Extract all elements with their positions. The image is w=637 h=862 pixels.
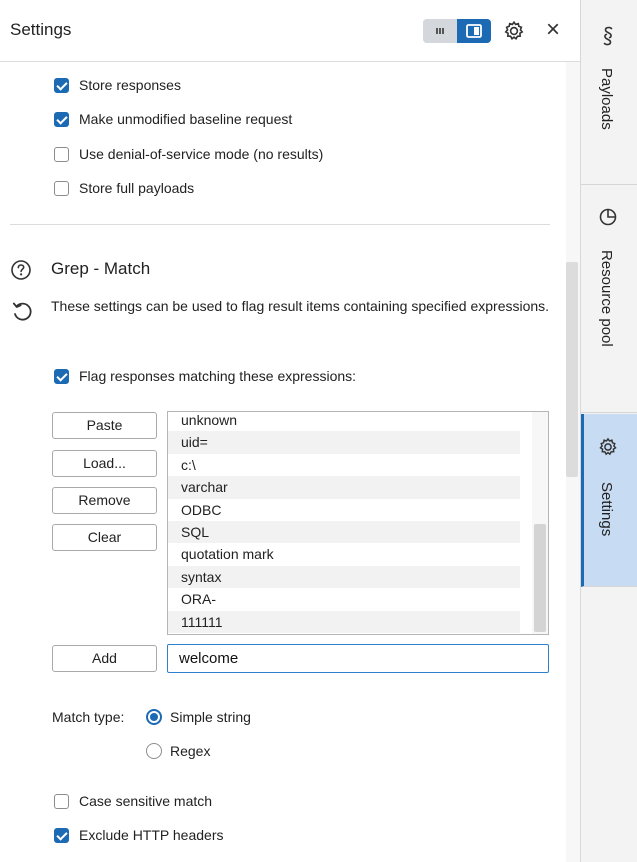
tab-payloads[interactable]: Payloads	[581, 0, 637, 185]
paste-button[interactable]: Paste	[52, 412, 157, 439]
settings-gear-icon[interactable]	[502, 19, 526, 43]
checkbox-checked[interactable]	[54, 827, 69, 843]
dos-mode-checkbox[interactable]: Use denial-of-service mode (no results)	[54, 143, 323, 165]
list-item[interactable]: unknown	[168, 412, 520, 431]
load-button[interactable]: Load...	[52, 450, 157, 477]
baseline-request-checkbox[interactable]: Make unmodified baseline request	[54, 108, 292, 130]
store-full-payloads-checkbox[interactable]: Store full payloads	[54, 177, 194, 199]
grep-match-description: These settings can be used to flag resul…	[51, 298, 550, 314]
grep-match-title: Grep - Match	[51, 259, 151, 278]
case-sensitive-checkbox[interactable]: Case sensitive match	[54, 790, 212, 812]
checkbox-unchecked[interactable]	[54, 146, 69, 162]
list-item[interactable]: varchar	[168, 476, 520, 499]
simple-string-radio[interactable]: Simple string	[146, 706, 251, 728]
checkbox-label: Store full payloads	[79, 180, 195, 196]
settings-panel: Settings × Store responses Make unmodifi…	[0, 0, 580, 862]
list-scrollbar-thumb[interactable]	[534, 524, 546, 632]
checkbox-label: Case sensitive match	[79, 793, 213, 809]
resource-pool-icon	[597, 206, 619, 228]
restore-defaults-icon[interactable]	[10, 299, 34, 323]
checkbox-label: Flag responses matching these expression…	[79, 368, 357, 384]
panel-view-button[interactable]	[457, 19, 491, 43]
list-item[interactable]: 111111	[168, 610, 520, 633]
list-item[interactable]: ORA-	[168, 588, 520, 610]
remove-button[interactable]: Remove	[52, 487, 157, 514]
expressions-list[interactable]: unknown uid= c:\ varchar ODBC SQL quotat…	[167, 411, 549, 635]
radio-label: Regex	[170, 743, 211, 759]
list-item[interactable]: quotation mark	[168, 543, 520, 565]
match-type-label: Match type:	[52, 709, 125, 725]
checkbox-unchecked[interactable]	[54, 793, 69, 809]
list-item[interactable]: c:\	[168, 454, 520, 476]
checkbox-label: Exclude HTTP headers	[79, 827, 224, 843]
checkbox-label: Make unmodified baseline request	[79, 111, 293, 127]
clear-button[interactable]: Clear	[52, 524, 157, 551]
payloads-icon	[597, 24, 619, 46]
tab-label: Payloads	[598, 68, 615, 130]
checkbox-checked[interactable]	[54, 111, 69, 127]
tab-resource-pool[interactable]: Resource pool	[581, 186, 637, 413]
close-icon[interactable]: ×	[540, 17, 566, 43]
list-item[interactable]: uid=	[168, 431, 520, 454]
radio-selected[interactable]	[146, 709, 162, 725]
radio-unselected[interactable]	[146, 743, 162, 759]
checkbox-unchecked[interactable]	[54, 180, 69, 196]
help-icon[interactable]	[10, 259, 32, 281]
regex-radio[interactable]: Regex	[146, 740, 210, 762]
panel-title: Settings	[10, 20, 72, 39]
gear-icon	[597, 436, 619, 458]
tab-settings[interactable]: Settings	[581, 414, 637, 587]
list-item[interactable]: SQL	[168, 520, 520, 544]
checkbox-checked[interactable]	[54, 77, 69, 93]
radio-label: Simple string	[170, 709, 251, 725]
checkbox-checked[interactable]	[54, 368, 69, 384]
panel-view-icon	[466, 24, 482, 38]
list-view-button[interactable]	[423, 19, 457, 43]
add-expression-input[interactable]	[167, 644, 549, 673]
right-side-tabs: Payloads Resource pool Settings	[580, 0, 637, 862]
checkbox-label: Store responses	[79, 77, 181, 93]
section-divider	[10, 224, 550, 225]
tab-label: Resource pool	[598, 250, 615, 347]
flag-responses-checkbox[interactable]: Flag responses matching these expression…	[54, 365, 356, 387]
exclude-http-headers-checkbox[interactable]: Exclude HTTP headers	[54, 824, 223, 846]
store-responses-checkbox[interactable]: Store responses	[54, 74, 181, 96]
list-scrollbar[interactable]	[532, 412, 548, 634]
list-view-icon	[436, 28, 444, 34]
view-layout-toggle[interactable]	[423, 19, 491, 43]
settings-header: Settings ×	[0, 0, 580, 62]
checkbox-label: Use denial-of-service mode (no results)	[79, 146, 324, 162]
list-item[interactable]: ODBC	[168, 499, 520, 521]
add-button[interactable]: Add	[52, 645, 157, 672]
list-item[interactable]: syntax	[168, 565, 520, 589]
panel-scrollbar-thumb[interactable]	[566, 262, 578, 477]
tab-label: Settings	[598, 482, 615, 537]
